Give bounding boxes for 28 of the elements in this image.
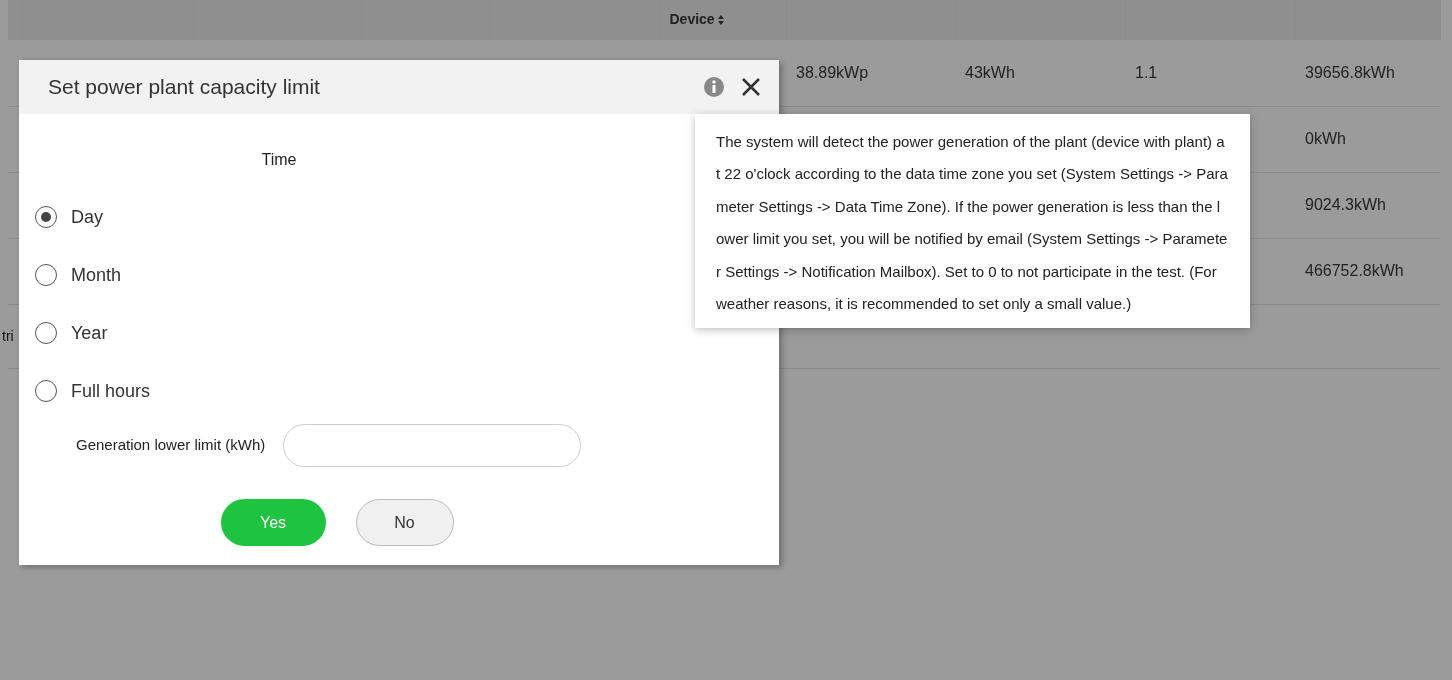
option-label: Year	[71, 321, 108, 345]
table-cell: 0kWh	[1305, 130, 1346, 147]
radio-button[interactable]	[35, 380, 57, 402]
radio-button[interactable]	[35, 264, 57, 286]
close-icon	[741, 77, 761, 97]
info-button[interactable]	[703, 76, 725, 98]
info-icon	[703, 76, 725, 98]
option-label: Full hours	[71, 379, 151, 403]
table-cell: 38.89kWp	[796, 63, 869, 81]
input-field[interactable]	[283, 424, 582, 467]
table-cell: 1.1	[1135, 63, 1158, 81]
option-label: Month	[71, 263, 122, 287]
radio-button[interactable]	[35, 322, 57, 344]
no-button[interactable]: No	[355, 499, 454, 546]
sort-icon[interactable]	[717, 15, 724, 26]
table-cell: 43kWh	[965, 63, 1015, 81]
table-cell: 9024.3kWh	[1305, 196, 1386, 213]
footer-text: tri	[2, 326, 14, 346]
dialog-title: Set power plant capacity limit	[48, 74, 321, 101]
radio-button[interactable]	[35, 206, 57, 228]
field-label: Generation lower limit (kWh)	[76, 435, 266, 456]
close-button[interactable]	[741, 77, 761, 97]
option-label: Day	[71, 205, 103, 229]
tooltip-text: The system will detect the power generation of the plant (device with plant) at 22 o'clock according to the data time zone you set (System Settings -> Parameter Settings -> Data Time Zone). If the power generation is less than the lower limit you set, you will be notified by email (System Settings -> Parameter Settings -> Notification Mailbox). Set to 0 to not participate in the test. (For weather reasons, it is recommended to set only a small value.)	[716, 132, 1228, 315]
table-cell: 39656.8kWh	[1305, 63, 1395, 81]
table-cell: 466752.8kWh	[1305, 262, 1404, 279]
time-label: Time	[261, 151, 297, 168]
column-header[interactable]: Device	[669, 11, 715, 27]
